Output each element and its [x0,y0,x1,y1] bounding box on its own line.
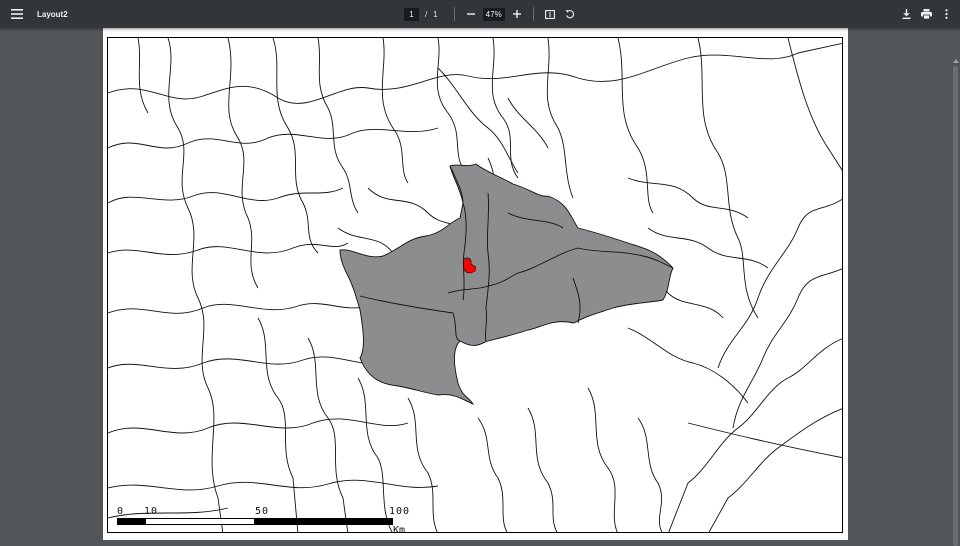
toolbar-center: 1 / 1 47% [404,0,580,28]
more-vert-icon [944,9,948,19]
scale-label-50: 50 [255,506,270,517]
scale-segment [117,518,145,525]
selected-region [339,163,674,406]
print-button[interactable] [916,0,936,28]
page-separator: / [425,9,428,19]
download-button[interactable] [896,0,916,28]
zoom-input[interactable]: 47% [482,7,505,21]
scale-bar: 0 10 50 100 Km [117,506,411,533]
scroll-thumb[interactable] [953,66,958,546]
rotate-button[interactable] [560,0,580,28]
plus-icon [512,10,521,18]
zoom-out-button[interactable] [461,0,481,28]
document-title: Layout2 [37,9,68,19]
menu-button[interactable] [3,0,31,28]
toolbar-right [896,0,956,28]
map-frame: 0 10 50 100 Km [107,37,843,533]
vertical-scrollbar[interactable] [951,28,960,546]
scale-unit: Km [393,525,406,533]
fit-page-icon [544,9,555,19]
scale-segment [145,518,255,525]
print-icon [920,9,932,19]
scroll-up-arrow-icon[interactable] [953,59,959,63]
toolbar-divider [453,7,455,21]
minus-icon [466,13,475,15]
scale-label-10: 10 [144,506,159,517]
municipal-map [108,38,842,532]
download-icon [902,9,910,19]
zoom-in-button[interactable] [507,0,527,28]
scale-label-0: 0 [117,506,125,517]
scale-label-100: 100 [389,506,411,517]
rotate-icon [565,10,574,19]
scale-segment [255,518,393,525]
menu-icon [11,9,23,19]
more-button[interactable] [936,0,956,28]
pdf-page: 0 10 50 100 Km [103,28,848,540]
pdf-toolbar: Layout2 1 / 1 47% [0,0,960,28]
toolbar-divider [532,7,534,21]
page-number-input[interactable]: 1 [404,7,419,21]
fit-page-button[interactable] [540,0,560,28]
page-total: 1 [433,9,438,19]
toolbar-left: Layout2 [0,0,68,28]
